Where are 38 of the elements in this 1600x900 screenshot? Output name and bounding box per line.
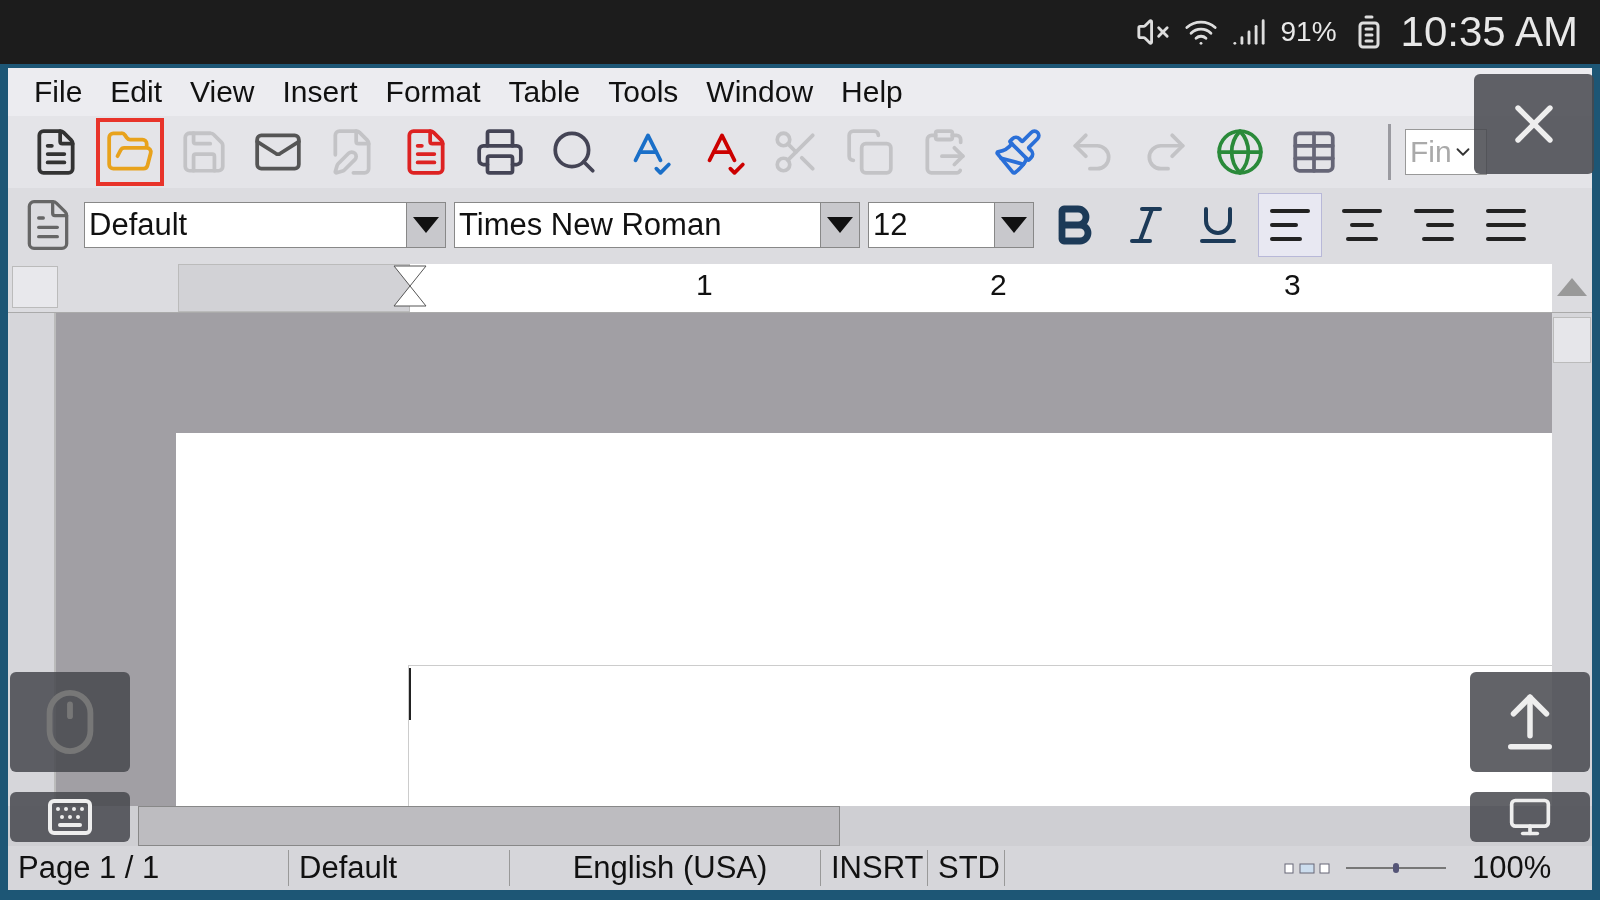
brush-icon [993, 127, 1043, 177]
close-button[interactable] [1474, 74, 1594, 174]
globe-icon [1215, 127, 1265, 177]
ruler-number: 3 [1284, 268, 1301, 302]
horizontal-scrollbar-thumb[interactable] [138, 806, 840, 846]
style-box[interactable]: Default [84, 202, 446, 248]
text-cursor [409, 668, 411, 720]
insert-mode: INSRT [821, 850, 928, 886]
language: English (USA) [510, 850, 821, 886]
upload-button[interactable] [1470, 672, 1590, 772]
up-triangle-icon [1557, 278, 1587, 296]
align-left-button[interactable] [1258, 193, 1322, 257]
menu-item[interactable]: Format [375, 75, 499, 109]
ruler-number: 1 [696, 268, 713, 302]
zoom-slider-thumb[interactable] [1393, 863, 1399, 873]
menu-item[interactable]: File [24, 75, 101, 109]
menu-item[interactable]: Tools [598, 75, 697, 109]
menu-item[interactable]: Window [696, 75, 832, 109]
view-layout-icon[interactable] [1284, 862, 1330, 874]
battery-percent: 91% [1280, 16, 1337, 48]
menu-item[interactable]: Help [831, 75, 921, 109]
screen-button[interactable] [1470, 792, 1590, 842]
ruler-number: 2 [990, 268, 1007, 302]
menu-item[interactable]: Table [498, 75, 599, 109]
selection-mode: STD [928, 850, 1005, 886]
menu-item[interactable]: Edit [100, 75, 181, 109]
font-name-box[interactable]: Times New Roman [454, 202, 860, 248]
font-size-box[interactable]: 12 [868, 202, 1034, 248]
copy-icon [845, 127, 895, 177]
menu-item[interactable]: Insert [272, 75, 376, 109]
zoom-percent: 100% [1471, 850, 1553, 886]
menu-item[interactable]: View [180, 75, 273, 109]
printer-icon [475, 127, 525, 177]
keyboard-button[interactable] [10, 792, 130, 842]
page-style: Default [289, 850, 510, 886]
indent-marker[interactable] [392, 264, 428, 308]
clock-time: 10:35 AM [1400, 8, 1578, 56]
page-count: Page 1 / 1 [8, 850, 289, 886]
